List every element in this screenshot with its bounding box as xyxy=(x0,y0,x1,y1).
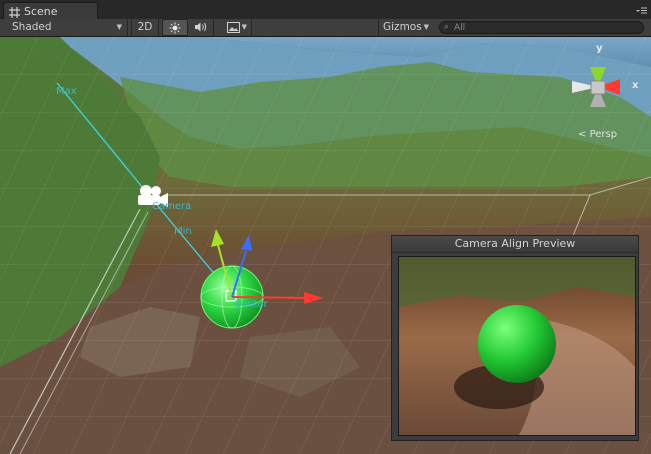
max-label: Max xyxy=(56,86,77,97)
center-label: Center xyxy=(234,299,268,310)
dropdown-arrow-icon: ▼ xyxy=(241,23,247,31)
scene-window: Scene Shaded ▼ 2D ▼ Gizmos ▼ ⌕ All Max C… xyxy=(0,0,651,454)
toggle-2d-button[interactable]: 2D xyxy=(131,19,159,36)
search-icon: ⌕ xyxy=(444,22,450,32)
search-input[interactable] xyxy=(454,22,634,33)
audio-toggle-button[interactable] xyxy=(188,19,214,36)
gizmo-x-label: x xyxy=(632,80,639,91)
image-icon xyxy=(227,22,240,33)
view-mode-label[interactable]: < Persp xyxy=(578,129,617,140)
draw-mode-label: Shaded xyxy=(12,21,52,33)
dropdown-arrow-icon: ▼ xyxy=(423,23,429,31)
tab-bar: Scene xyxy=(0,0,651,20)
sun-icon xyxy=(169,22,181,34)
gizmo-y-label: y xyxy=(596,43,603,54)
tab-scene[interactable]: Scene xyxy=(3,2,98,19)
scene-grid-icon xyxy=(9,6,20,18)
camera-align-preview-panel: Camera Align Preview xyxy=(391,235,639,441)
dropdown-arrow-icon: ▼ xyxy=(116,23,122,31)
options-menu-icon[interactable] xyxy=(635,6,647,15)
preview-render xyxy=(398,256,636,436)
lighting-toggle-button[interactable] xyxy=(162,19,188,36)
scene-toolbar: Shaded ▼ 2D ▼ Gizmos ▼ ⌕ All xyxy=(0,19,651,37)
draw-mode-dropdown[interactable]: Shaded ▼ xyxy=(0,19,128,36)
tab-label: Scene xyxy=(24,5,58,18)
min-label: Min xyxy=(174,226,192,237)
effects-toggle-button[interactable]: ▼ xyxy=(216,19,252,36)
camera-label: Camera xyxy=(152,201,192,212)
search-field[interactable]: ⌕ xyxy=(439,21,644,34)
gizmos-dropdown[interactable]: Gizmos ▼ xyxy=(378,19,434,36)
speaker-icon xyxy=(194,22,206,32)
preview-title: Camera Align Preview xyxy=(392,236,638,253)
gizmos-label: Gizmos xyxy=(383,21,422,33)
